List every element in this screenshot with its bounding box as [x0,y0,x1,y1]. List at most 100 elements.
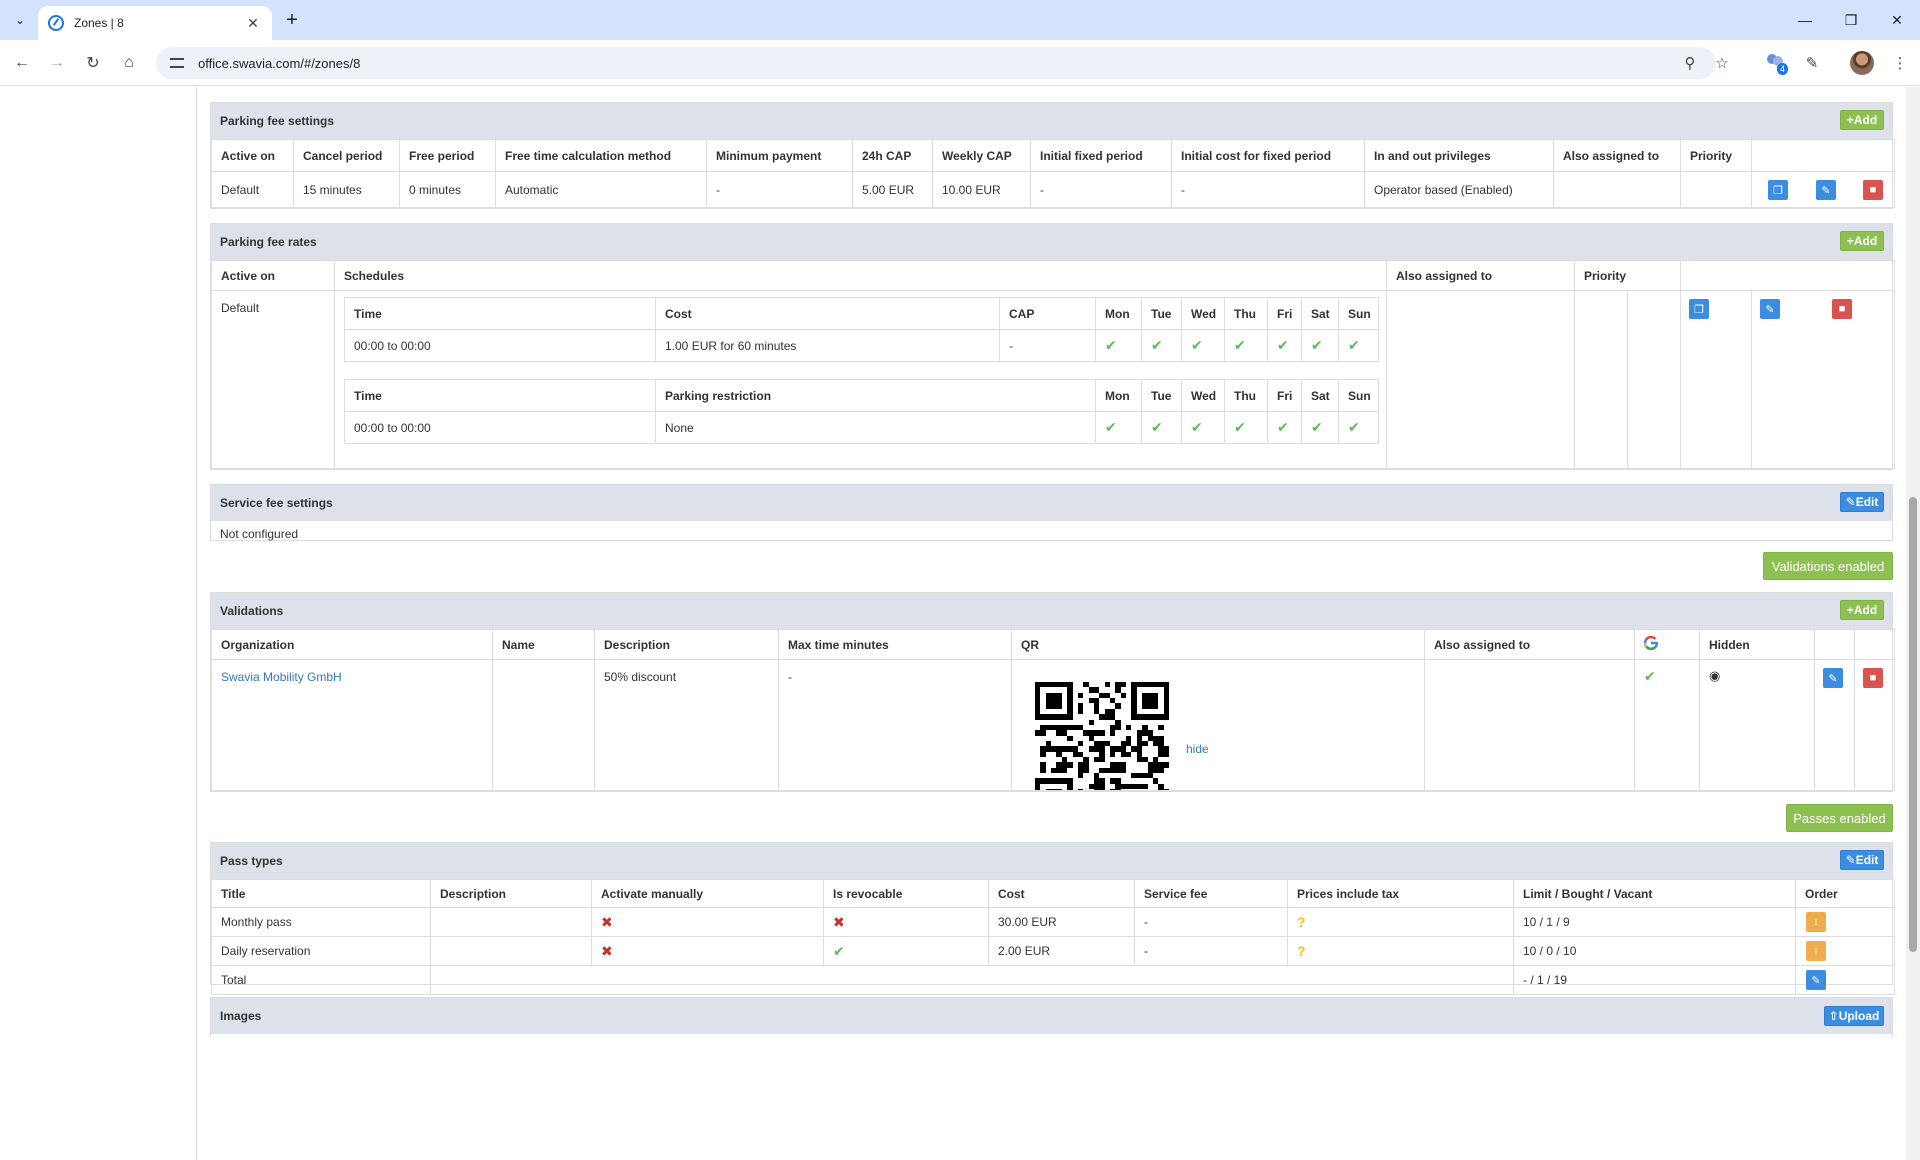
question-icon: ? [1297,943,1306,959]
validations-panel: Validations + Add Organization Name Descr… [210,592,1895,792]
pass-types-table: Title Description Activate manually Is r… [211,879,1895,995]
forward-icon[interactable]: → [45,51,69,75]
table-cell: 5.00 EUR [852,171,933,208]
cross-icon: ✖ [601,942,613,959]
edit-icon[interactable]: ✎ [1760,299,1781,319]
panel-header: Validations + Add [211,593,1892,629]
restore-icon[interactable]: ❐ [1828,0,1874,40]
table-cell: Daily reservation [211,936,431,966]
new-tab-icon[interactable]: + [280,8,304,32]
table-cell [1574,290,1628,469]
edit-icon[interactable]: ✎ [1816,180,1836,200]
table-cell: - [999,329,1096,362]
table-cell: 10.00 EUR [932,171,1031,208]
table-cell: - [1171,171,1365,208]
column-header: 24h CAP [852,139,933,172]
add-parking-fee-rate-button[interactable]: + Add [1840,231,1884,251]
zoom-icon[interactable]: ⚲ [1678,51,1702,75]
table-row: 00:00 to 00:00 1.00 EUR for 60 minutes -… [344,329,1379,362]
column-header: Is revocable [823,879,989,908]
browser-tab[interactable]: Zones | 8 ✕ [38,6,272,40]
window-close-icon[interactable]: ✕ [1874,0,1920,40]
copy-icon[interactable]: ❐ [1768,180,1788,200]
plus-icon: + [1846,234,1854,248]
edit-icon[interactable]: ✎ [1806,970,1826,990]
panel-header: Parking fee settings + Add [211,103,1892,139]
column-header: Sat [1301,379,1339,412]
column-header: In and out privileges [1364,139,1554,172]
column-header: Mon [1095,297,1142,330]
delete-icon[interactable]: ■ [1863,180,1883,200]
column-header: Activate manually [591,879,824,908]
table-cell: Total [211,965,431,995]
back-icon[interactable]: ← [10,51,34,75]
table-cell: Operator based (Enabled) [1364,171,1554,208]
table-cell: 50% discount [594,659,779,791]
move-up-icon[interactable]: ↑ [1806,941,1826,961]
scrollbar-thumb[interactable] [1909,497,1917,952]
menu-icon[interactable]: ⋮ [1888,51,1912,75]
table-row: Swavia Mobility GmbH 50% discount - hide… [211,659,1895,791]
service-fee-settings-panel: Service fee settings ✎ Edit Not configure… [210,484,1893,541]
column-header: Parking restriction [655,379,1096,412]
pencil-icon: ✎ [1845,495,1856,509]
site-info-icon[interactable] [170,58,184,68]
check-icon: ✔ [1105,337,1117,353]
column-header: Cost [988,879,1135,908]
hide-qr-link[interactable]: hide [1186,742,1209,756]
table-cell: 00:00 to 00:00 [344,411,656,444]
edit-icon[interactable]: ✎ [1823,668,1843,688]
copy-icon[interactable]: ❐ [1689,299,1710,319]
column-header: Free period [399,139,496,172]
address-bar[interactable]: office.swavia.com/#/zones/8 [156,47,1716,79]
check-icon: ✔ [1151,419,1163,435]
table-cell: - [1134,907,1288,937]
parking-fee-settings-table: Active on Cancel period Free period Free… [211,139,1895,208]
table-header-row: Organization Name Description Max time m… [211,629,1895,660]
column-header: Order [1795,879,1895,908]
plus-icon: + [1846,113,1854,127]
column-header: Limit / Bought / Vacant [1513,879,1796,908]
column-header: Active on [211,260,335,291]
close-tab-icon[interactable]: ✕ [244,15,262,32]
table-cell: - [706,171,853,208]
table-cell: 00:00 to 00:00 [344,329,656,362]
edit-service-fee-button[interactable]: ✎ Edit [1840,492,1884,512]
organization-link[interactable]: Swavia Mobility GmbH [221,670,342,684]
column-header: Initial cost for fixed period [1171,139,1365,172]
check-icon: ✔ [1644,668,1656,684]
column-header: Also assigned to [1553,139,1681,172]
table-cell: Monthly pass [211,907,431,937]
profile-avatar[interactable] [1850,51,1874,75]
reload-icon[interactable]: ↻ [81,51,105,75]
passes-enabled-button[interactable]: Passes enabled [1786,804,1893,832]
add-parking-fee-setting-button[interactable]: + Add [1840,110,1884,130]
delete-icon[interactable]: ■ [1832,299,1853,319]
validations-table: Organization Name Description Max time m… [211,629,1895,791]
move-down-icon[interactable]: ↓ [1806,912,1826,932]
delete-icon[interactable]: ■ [1863,668,1883,688]
validations-enabled-button[interactable]: Validations enabled [1763,552,1893,580]
home-icon[interactable]: ⌂ [117,51,141,75]
upload-button[interactable]: ⇧ Upload [1824,1006,1884,1026]
minimize-icon[interactable]: — [1782,0,1828,40]
panel-title: Parking fee settings [220,114,335,128]
table-header-row: Time Parking restriction Mon Tue Wed Thu… [344,379,1379,412]
column-header: Free time calculation method [495,139,707,172]
panel-title: Validations [220,604,284,618]
column-header: Name [492,629,595,660]
tab-search-icon[interactable]: ⌄ [8,8,32,32]
extension-icon[interactable]: 4 [1764,51,1788,75]
page-scrollbar[interactable] [1906,87,1920,1160]
add-validation-button[interactable]: + Add [1840,600,1884,620]
table-cell: - [1134,936,1288,966]
eye-icon[interactable]: ◉ [1709,668,1720,683]
actions-header [1814,629,1855,660]
column-header: Tue [1141,379,1182,412]
table-cell: 15 minutes [293,171,400,208]
check-icon: ✔ [1277,419,1289,435]
edit-pass-types-button[interactable]: ✎ Edit [1840,850,1884,870]
extensions-icon[interactable]: ✎ [1800,51,1824,75]
column-header: Thu [1224,379,1268,412]
bookmark-star-icon[interactable]: ☆ [1710,51,1734,75]
